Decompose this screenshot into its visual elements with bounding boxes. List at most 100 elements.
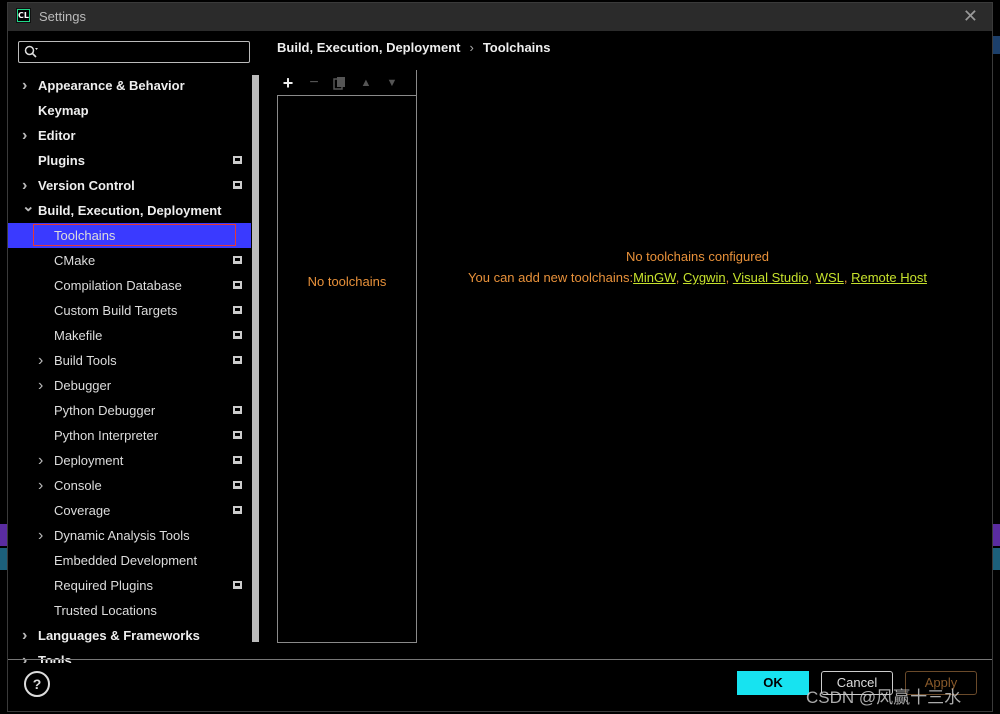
tree-item-version-control[interactable]: › Version Control	[8, 173, 251, 198]
tree-item-label: Deployment	[54, 453, 124, 468]
search-icon	[24, 45, 38, 58]
tree-item-label: Embedded Development	[54, 553, 198, 568]
list-empty-text: No toolchains	[307, 274, 387, 289]
tree-item-keymap[interactable]: Keymap	[8, 98, 251, 123]
chevron-right-icon[interactable]: ›	[38, 473, 43, 498]
clion-app-icon: CL	[16, 8, 31, 23]
tree-item-editor[interactable]: › Editor	[8, 123, 251, 148]
move-down-icon[interactable]: ▼	[381, 70, 403, 96]
settings-tree: › Appearance & Behavior Keymap › Editor Plugi…	[8, 73, 251, 663]
tree-scrollbar[interactable]	[252, 75, 259, 642]
tree-item-compilation-database[interactable]: Compilation Database	[8, 273, 251, 298]
tree-item-label: Compilation Database	[54, 278, 182, 293]
link-remote-host[interactable]: Remote Host	[851, 270, 927, 285]
chevron-right-icon[interactable]: ›	[22, 123, 27, 148]
project-scope-icon	[233, 331, 242, 339]
tree-item-label: Coverage	[54, 503, 111, 518]
background-ide-strip-purple	[0, 524, 7, 546]
toolchain-toolbar: + − ▲ ▼	[277, 70, 417, 96]
tree-item-console[interactable]: › Console	[8, 473, 251, 498]
background-ide-strip-right-blue	[993, 36, 1000, 54]
chevron-right-icon[interactable]: ›	[22, 73, 27, 98]
tree-item-label: Trusted Locations	[54, 603, 157, 618]
tree-item-label: Dynamic Analysis Tools	[54, 528, 190, 543]
project-scope-icon	[233, 356, 242, 364]
tree-item-label: Console	[54, 478, 102, 493]
tree-item-label: CMake	[54, 253, 96, 268]
footer-divider	[8, 659, 992, 660]
tree-item-label: Python Interpreter	[54, 428, 159, 443]
tree-item-label: Plugins	[38, 153, 85, 168]
chevron-right-icon[interactable]: ›	[38, 373, 43, 398]
chevron-right-icon[interactable]: ›	[22, 648, 27, 663]
tree-item-label: Debugger	[54, 378, 112, 393]
breadcrumb-separator: ›	[469, 40, 474, 55]
project-scope-icon	[233, 481, 242, 489]
tree-item-label: Languages & Frameworks	[38, 628, 200, 643]
breadcrumb: Build, Execution, Deployment › Toolchains	[277, 40, 550, 55]
ok-button[interactable]: OK	[737, 671, 809, 695]
toolbar-divider	[416, 70, 417, 96]
link-cygwin[interactable]: Cygwin	[683, 270, 726, 285]
tree-item-python-debugger[interactable]: Python Debugger	[8, 398, 251, 423]
project-scope-icon	[233, 506, 242, 514]
tree-item-makefile[interactable]: Makefile	[8, 323, 251, 348]
tree-item-debugger[interactable]: › Debugger	[8, 373, 251, 398]
move-up-icon[interactable]: ▲	[355, 70, 377, 96]
project-scope-icon	[233, 256, 242, 264]
tree-item-tools[interactable]: › Tools	[8, 648, 251, 663]
tree-item-build-execution-deployment[interactable]: ⌄ Build, Execution, Deployment	[8, 198, 251, 223]
add-toolchains-prefix: You can add new toolchains:	[468, 270, 634, 285]
link-mingw[interactable]: MinGW	[633, 270, 676, 285]
tree-item-label: Keymap	[38, 103, 89, 118]
tree-item-deployment[interactable]: › Deployment	[8, 448, 251, 473]
tree-item-label: Appearance & Behavior	[38, 78, 185, 93]
add-toolchains-message: You can add new toolchains:MinGW, Cygwin…	[468, 270, 927, 285]
tree-item-languages-frameworks[interactable]: › Languages & Frameworks	[8, 623, 251, 648]
chevron-right-icon[interactable]: ›	[38, 348, 43, 373]
tree-item-plugins[interactable]: Plugins	[8, 148, 251, 173]
tree-item-label: Tools	[38, 653, 72, 663]
tree-item-dynamic-analysis-tools[interactable]: › Dynamic Analysis Tools	[8, 523, 251, 548]
add-icon[interactable]: +	[277, 70, 299, 96]
tree-item-label: Build Tools	[54, 353, 117, 368]
remove-icon[interactable]: −	[303, 70, 325, 96]
chevron-right-icon[interactable]: ›	[38, 448, 43, 473]
project-scope-icon	[233, 306, 242, 314]
tree-item-build-tools[interactable]: › Build Tools	[8, 348, 251, 373]
project-scope-icon	[233, 431, 242, 439]
tree-item-custom-build-targets[interactable]: Custom Build Targets	[8, 298, 251, 323]
tree-item-label: Build, Execution, Deployment	[38, 203, 222, 218]
background-ide-strip-teal	[0, 548, 7, 570]
tree-item-cmake[interactable]: CMake	[8, 248, 251, 273]
close-icon[interactable]: ✕	[963, 6, 978, 27]
tree-item-label: Makefile	[54, 328, 103, 343]
settings-dialog: CL Settings ✕ › Appearance & Behavior Keym…	[7, 2, 993, 712]
background-ide-strip-top	[0, 0, 7, 714]
tree-item-appearance-behavior[interactable]: › Appearance & Behavior	[8, 73, 251, 98]
tree-item-label: Custom Build Targets	[54, 303, 178, 318]
tree-item-label: Editor	[38, 128, 76, 143]
project-scope-icon	[233, 406, 242, 414]
search-input[interactable]	[18, 41, 250, 63]
tree-item-trusted-locations[interactable]: Trusted Locations	[8, 598, 251, 623]
tree-item-embedded-development[interactable]: Embedded Development	[8, 548, 251, 573]
tree-item-label: Python Debugger	[54, 403, 156, 418]
help-button[interactable]: ?	[24, 671, 50, 697]
breadcrumb-parent[interactable]: Build, Execution, Deployment	[277, 40, 460, 55]
link-visual-studio[interactable]: Visual Studio	[733, 270, 809, 285]
tree-item-toolchains[interactable]: Toolchains	[8, 223, 251, 248]
chevron-down-icon[interactable]: ⌄	[22, 194, 35, 219]
tree-item-coverage[interactable]: Coverage	[8, 498, 251, 523]
selection-highlight-box	[33, 224, 236, 246]
background-ide-strip-right-purple	[993, 524, 1000, 546]
tree-item-required-plugins[interactable]: Required Plugins	[8, 573, 251, 598]
chevron-right-icon[interactable]: ›	[38, 523, 43, 548]
chevron-right-icon[interactable]: ›	[22, 623, 27, 648]
link-wsl[interactable]: WSL	[816, 270, 844, 285]
copy-icon[interactable]	[329, 70, 351, 96]
tree-item-python-interpreter[interactable]: Python Interpreter	[8, 423, 251, 448]
toolchain-list[interactable]: No toolchains	[277, 95, 417, 643]
watermark: CSDN @风赢十三水	[806, 688, 962, 707]
tree-item-label: Required Plugins	[54, 578, 154, 593]
